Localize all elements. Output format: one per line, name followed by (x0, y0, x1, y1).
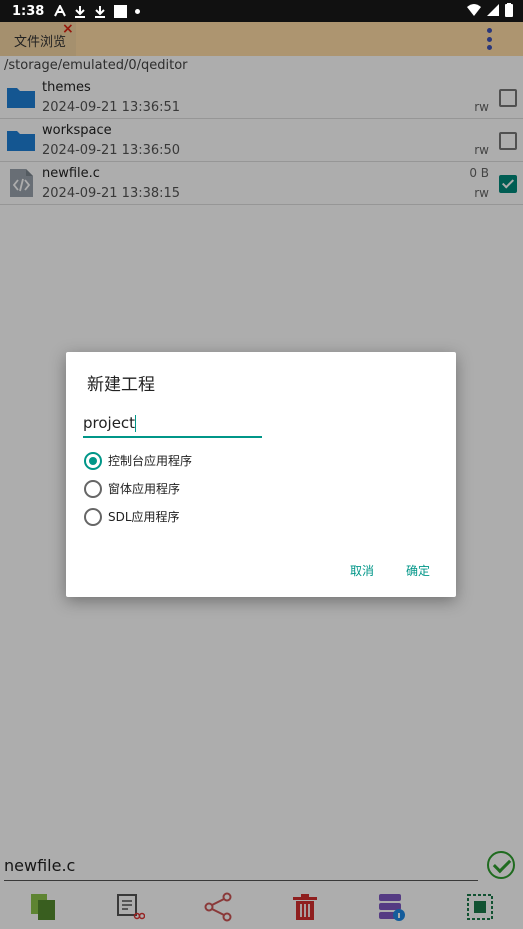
confirm-button[interactable]: 确定 (406, 562, 430, 579)
dot-icon (135, 8, 141, 14)
text-caret (135, 415, 137, 432)
status-bar: 1:38 (0, 0, 523, 22)
download-icon (95, 5, 106, 18)
square-notification-icon (114, 4, 128, 18)
dialog-title: 新建工程 (87, 375, 155, 395)
radio-unselected-icon (84, 508, 102, 526)
radio-window-app[interactable]: 窗体应用程序 (84, 479, 304, 499)
radio-label: 控制台应用程序 (108, 454, 193, 468)
status-time: 1:38 (12, 3, 45, 19)
signal-icon (487, 4, 499, 16)
download-icon (75, 5, 86, 18)
wifi-icon (467, 4, 481, 16)
font-a-icon (54, 5, 67, 17)
project-name-input[interactable]: project (83, 414, 262, 438)
radio-selected-icon (84, 452, 102, 470)
radio-sdl-app[interactable]: SDL应用程序 (84, 507, 304, 527)
radio-label: 窗体应用程序 (108, 482, 181, 496)
radio-label: SDL应用程序 (108, 510, 180, 524)
radio-console-app[interactable]: 控制台应用程序 (84, 451, 304, 471)
radio-unselected-icon (84, 480, 102, 498)
battery-icon (505, 3, 513, 17)
project-name-value: project (83, 414, 136, 432)
new-project-dialog: 新建工程 project 控制台应用程序 窗体应用程序 SDL应用程序 取消 确… (66, 352, 456, 597)
cancel-button[interactable]: 取消 (350, 562, 374, 579)
